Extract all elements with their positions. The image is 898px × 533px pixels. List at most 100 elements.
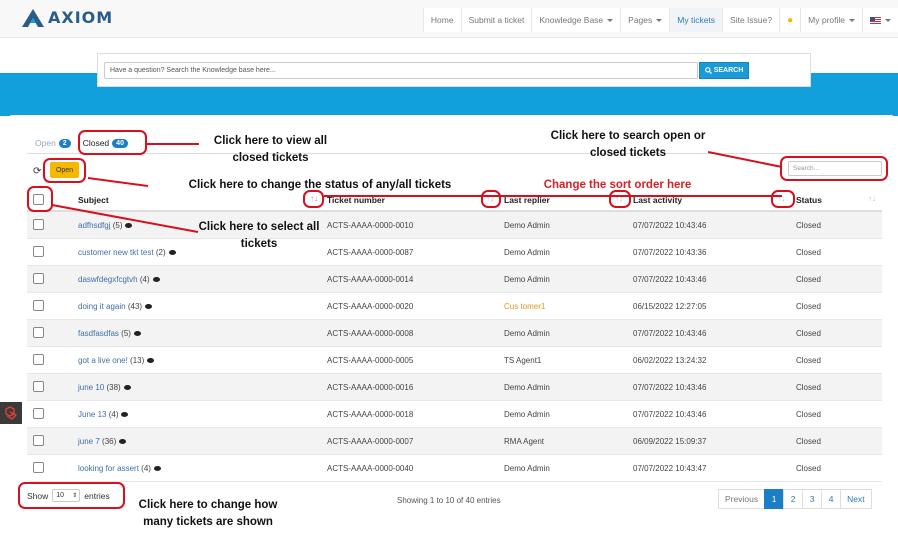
subject-link[interactable]: june 7 [78,437,100,446]
comment-icon [152,277,160,282]
row-checkbox[interactable] [33,327,44,338]
reply-count: (5) [121,329,131,338]
caret-down-icon [656,18,663,22]
reply-count: (13) [130,356,145,365]
nav-my-profile[interactable]: My profile [800,8,862,32]
table-row[interactable]: daswfdegxfcgtvh (4) ACTS-AAAA-0000-0014 De… [27,266,882,293]
ticket-status: Closed [796,437,821,446]
header-last-activity[interactable]: Last activity [633,195,682,205]
nav-label: My tickets [677,15,716,25]
table-row[interactable]: doing it again (43) ACTS-AAAA-0000-0020 Cu… [27,293,882,320]
table-row[interactable]: customer new tkt test (2) ACTS-AAAA-0000-… [27,239,882,266]
subject-link[interactable]: june 10 [78,383,104,392]
table-row[interactable]: June 13 (4) ACTS-AAAA-0000-0018 Demo Admin… [27,401,882,428]
kb-search-input[interactable]: Have a question? Search the Knowledge ba… [104,62,698,79]
ticket-number: ACTS-AAAA-0000-0087 [327,248,414,257]
nav-label: Site Issue? [730,15,773,25]
nav-site-issue-lightbulb[interactable]: ● [779,8,801,32]
reply-count: (38) [106,383,121,392]
row-checkbox[interactable] [33,246,44,257]
table-row[interactable]: june 7 (36) ACTS-AAAA-0000-0007 RMA Agent 0… [27,428,882,455]
axiom-logo[interactable]: AXIOM [22,8,113,27]
nav-label: Pages [628,15,653,25]
ticket-status: Closed [796,356,821,365]
table-row[interactable]: june 10 (38) ACTS-AAAA-0000-0016 Demo Admi… [27,374,882,401]
comment-icon [145,304,153,309]
ticket-status: Closed [796,221,821,230]
kb-search-button[interactable]: SEARCH [699,62,749,79]
row-checkbox[interactable] [33,219,44,230]
nav-site-issue[interactable]: Site Issue? [722,8,780,32]
ticket-number: ACTS-AAAA-0000-0007 [327,437,414,446]
sort-status-icon[interactable]: ↑↓ [868,194,876,203]
pager-next[interactable]: Next [840,489,872,509]
annotation-search: Click here to search open or closed tick… [550,130,706,159]
nav-label: My profile [808,15,845,25]
subject-link[interactable]: got a live one! [78,356,128,365]
annotation-oval-sort-4 [771,190,795,208]
annotation-oval-search [780,156,888,181]
laravel-debug-icon[interactable] [0,402,22,424]
last-replier: Demo Admin [504,464,550,473]
table-row[interactable]: fasdfasdfas (5) ACTS-AAAA-0000-0008 Demo A… [27,320,882,347]
table-row[interactable]: got a live one! (13) ACTS-AAAA-0000-0005 T… [27,347,882,374]
nav-label: Home [430,15,454,25]
subject-link[interactable]: daswfdegxfcgtvh [78,275,138,284]
row-checkbox[interactable] [33,381,44,392]
last-replier: TS Agent1 [504,356,542,365]
pager-previous[interactable]: Previous [718,489,766,509]
row-checkbox[interactable] [33,462,44,473]
pager-page-2[interactable]: 2 [783,489,804,509]
subject-link[interactable]: doing it again [78,302,126,311]
subject-link[interactable]: adfhsdfgj [78,221,110,230]
ticket-status: Closed [796,383,821,392]
subject-link[interactable]: June 13 [78,410,106,419]
table-row[interactable]: adfhsdfgj (5) ACTS-AAAA-0000-0010 Demo Adm… [27,212,882,239]
logo-text: AXIOM [48,8,114,27]
reply-count: (4) [108,410,119,419]
header-ticket-number[interactable]: Ticket number [327,195,385,205]
refresh-icon[interactable]: ⟳ [33,166,41,177]
last-activity: 07/07/2022 10:43:46 [633,221,707,230]
header-status[interactable]: Status [796,195,822,205]
nav-my-tickets[interactable]: My tickets [669,8,723,32]
nav-pages[interactable]: Pages [620,8,670,32]
last-replier: Demo Admin [504,248,550,257]
row-checkbox[interactable] [33,354,44,365]
tab-open[interactable]: Open 2 [35,138,71,148]
header-subject[interactable]: Subject [78,195,109,205]
subject-link[interactable]: looking for assert [78,464,139,473]
lightbulb-icon: ● [787,14,794,26]
pager-page-4[interactable]: 4 [821,489,842,509]
ticket-number: ACTS-AAAA-0000-0014 [327,275,414,284]
last-replier: RMA Agent [504,437,545,446]
annotation-oval-closed [78,130,147,155]
flag-us-icon [870,16,881,24]
header-last-replier[interactable]: Last replier [504,195,550,205]
ticket-status: Closed [796,248,821,257]
nav-knowledge-base[interactable]: Knowledge Base [531,8,621,32]
annotation-oval-sort-2 [481,190,501,208]
nav-language[interactable] [862,8,898,32]
row-subject: looking for assert (4) [78,464,161,473]
comment-icon [168,250,176,255]
row-checkbox[interactable] [33,435,44,446]
main-nav: Home Submit a ticket Knowledge Base Pages My… [422,8,898,32]
nav-home[interactable]: Home [422,8,461,32]
subject-link[interactable]: customer new tkt test [78,248,154,257]
reply-count: (36) [102,437,117,446]
tab-open-count: 2 [58,138,71,148]
nav-submit-a-ticket[interactable]: Submit a ticket [460,8,532,32]
row-checkbox[interactable] [33,408,44,419]
row-checkbox[interactable] [33,273,44,284]
last-activity: 07/07/2022 10:43:47 [633,464,707,473]
subject-link[interactable]: fasdfasdfas [78,329,119,338]
pager-page-3[interactable]: 3 [802,489,823,509]
pager-page-1[interactable]: 1 [764,489,785,509]
last-replier: Cus tomer1 [504,302,546,311]
row-checkbox[interactable] [33,300,44,311]
ticket-number: ACTS-AAAA-0000-0010 [327,221,414,230]
reply-count: (4) [139,275,150,284]
last-replier: Demo Admin [504,383,550,392]
table-row[interactable]: looking for assert (4) ACTS-AAAA-0000-004… [27,455,882,482]
